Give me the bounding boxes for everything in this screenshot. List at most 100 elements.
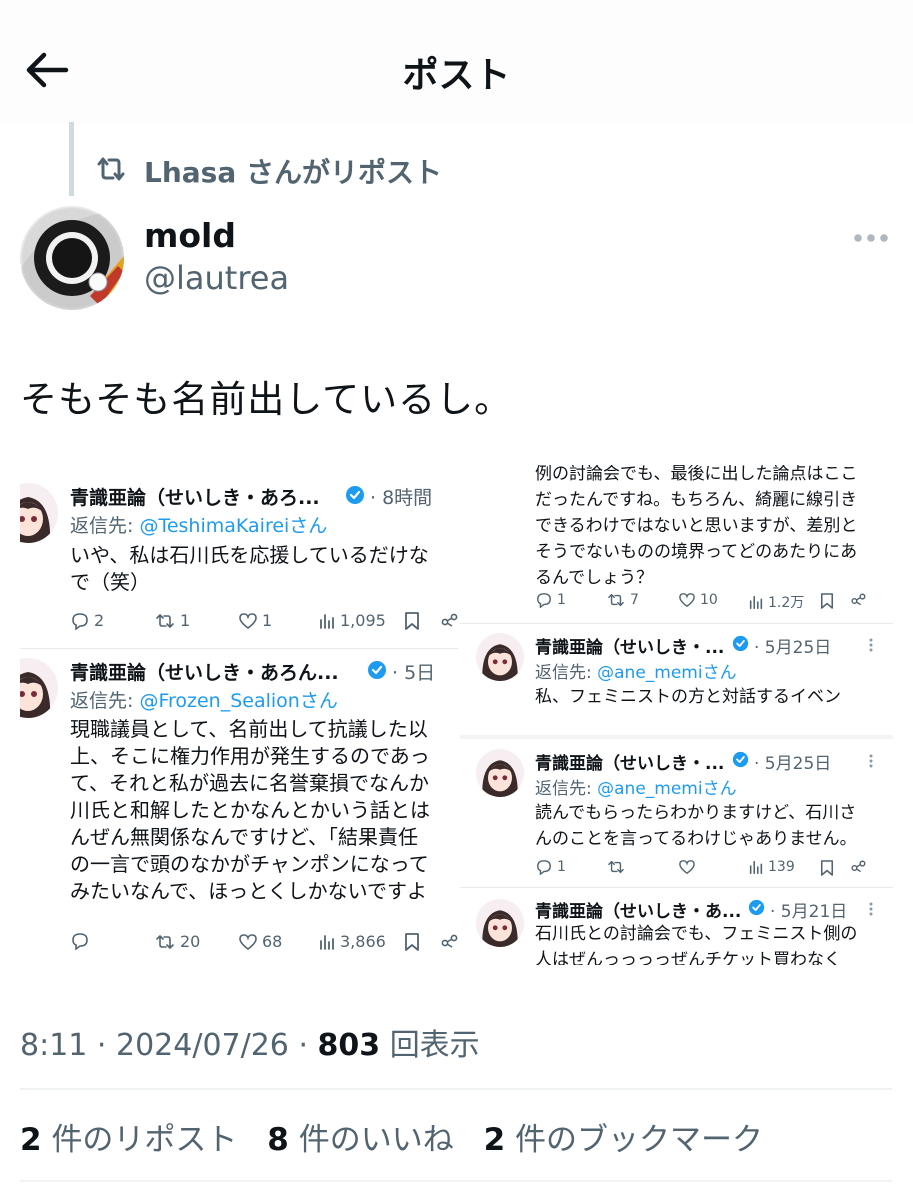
like-action: [678, 859, 700, 875]
text-line: るんでしょう？: [535, 568, 654, 588]
verified-icon: [748, 899, 765, 916]
reply-icon: [72, 612, 88, 630]
share-icon: [441, 934, 458, 948]
repost-label[interactable]: Lhasa さんがリポスト: [144, 151, 442, 191]
text-line: いや、私は石川氏を応援しているだけな: [70, 543, 429, 567]
like-count: 10: [700, 592, 718, 608]
post-text: そもそも名前出しているし。: [20, 378, 513, 421]
text-line: 川氏と和解したとかなんとかいう話とは: [70, 798, 430, 822]
heart-icon: [679, 860, 695, 875]
likes-stat[interactable]: 8 件のいいね: [267, 1122, 453, 1158]
reply-count: 1: [557, 859, 566, 875]
likes-count: 8: [267, 1122, 289, 1158]
avatar: [20, 483, 58, 543]
text-line: で（笑）: [70, 570, 150, 594]
embedded-tweet: 青識亜論（せいしき・あ... · 5月21日 石川氏との討論会でも、フェミニスト…: [460, 889, 893, 965]
bookmark-icon: [820, 593, 834, 609]
reply-action: [70, 932, 94, 950]
embedded-tweet: 青識亜論（せいしき・... · 5月25日 返信先: @ane_memiさん 私…: [460, 625, 893, 725]
reply-prefix: 返信先:: [535, 663, 598, 683]
text-line: みたいなんで、ほっとくしかないですよ: [70, 879, 427, 903]
text-line: 現職議員として、名前出して抗議した以: [70, 717, 428, 741]
views-action: 1,095: [318, 611, 386, 630]
embedded-tweet: 青識亜論（せいしき・あろ... · 8時間 返信先: @TeshimaKaire…: [20, 465, 458, 645]
repost-count: 7: [630, 592, 639, 608]
reply-action: 1: [535, 859, 566, 875]
verified-icon: [732, 635, 749, 652]
tweet-author-name: 青識亜論（せいしき・...: [535, 638, 725, 658]
tweet-author-name: 青識亜論（せいしき・あ...: [535, 902, 742, 922]
tweet-time: · 5月21日: [770, 902, 848, 922]
reply-count: 2: [94, 611, 105, 630]
reply-action: 1: [535, 592, 566, 608]
avatar[interactable]: [20, 206, 124, 310]
page-title: ポスト: [402, 55, 511, 96]
author-handle[interactable]: @lautrea: [144, 259, 289, 297]
like-action: 10: [678, 592, 718, 608]
more-button[interactable]: [852, 226, 892, 250]
more-icon: [869, 638, 873, 652]
bookmarks-stat[interactable]: 2 件のブックマーク: [484, 1122, 763, 1158]
author-name[interactable]: mold: [144, 216, 236, 255]
reply-to: 返信先: @Frozen_Sealionさん: [70, 686, 338, 713]
divider: [460, 887, 893, 888]
repost-icon: [608, 593, 624, 607]
likes-label: 件のいいね: [298, 1122, 454, 1158]
reposts-label: 件のリポスト: [51, 1122, 238, 1158]
like-count: 68: [262, 932, 283, 951]
heart-icon: [679, 593, 695, 608]
post-timestamp: 8:11 · 2024/07/26 · 803 回表示: [20, 1028, 480, 1063]
reply-icon: [72, 933, 88, 950]
verified-icon: [346, 486, 364, 504]
verified-icon: [368, 661, 386, 679]
tweet-text: 現職議員として、名前出して抗議した以 上、そこに権力作用が発生するのであっ て、それ…: [70, 716, 430, 905]
reply-icon: [537, 593, 551, 608]
like-count: 1: [262, 611, 273, 630]
bookmarks-label: 件のブックマーク: [515, 1122, 764, 1158]
text-line: んのことを言ってるわけじゃありません。: [535, 829, 857, 849]
divider: [20, 648, 458, 649]
views-icon: [749, 860, 763, 875]
reposts-count: 2: [20, 1122, 42, 1158]
reply-handle: @Frozen_Sealionさん: [139, 690, 338, 712]
reply-prefix: 返信先:: [70, 690, 140, 712]
divider: [20, 1088, 892, 1090]
text-line: 例の討論会でも、最後に出した論点はここ: [535, 465, 858, 484]
tweet-author-name: 青識亜論（せいしき・あろん...: [70, 662, 339, 684]
attached-image-2[interactable]: 例の討論会でも、最後に出した論点はここ だったんですね。もちろん、綺麗に線引き でき…: [460, 465, 893, 965]
repost-action: 7: [606, 592, 639, 608]
views-icon: [749, 595, 763, 610]
more-icon: [869, 754, 873, 768]
reply-to: 返信先: @ane_memiさん: [535, 658, 737, 683]
tweet-text: 読んでもらったらわかりますけど、石川さ んのことを言ってるわけじゃありません。: [535, 800, 857, 852]
reply-to: 返信先: @ane_memiさん: [535, 774, 737, 799]
reply-prefix: 返信先:: [535, 779, 598, 799]
embedded-tweet: 青識亜論（せいしき・あろん... · 5日 返信先: @Frozen_Seali…: [20, 650, 458, 965]
tweet-time: · 5日: [392, 662, 436, 684]
views-label: 回表示: [389, 1028, 480, 1063]
avatar: [20, 658, 58, 718]
reply-handle: @ane_memiさん: [597, 663, 737, 683]
reposts-stat[interactable]: 2 件のリポスト: [20, 1122, 237, 1158]
repost-action: 20: [154, 932, 200, 951]
post-time: 8:11: [20, 1028, 88, 1063]
view-count: 803: [317, 1028, 381, 1063]
tweet-text: 私、フェミニストの方と対話するイベン: [535, 684, 841, 710]
text-line: 上、そこに権力作用が発生するのであっ: [70, 744, 430, 768]
attached-image-1[interactable]: 青識亜論（せいしき・あろ... · 8時間 返信先: @TeshimaKaire…: [20, 465, 458, 965]
tweet-text: いや、私は石川氏を応援しているだけな で（笑）: [70, 542, 429, 596]
tweet-author-name: 青識亜論（せいしき・...: [535, 754, 725, 774]
repost-icon: [156, 934, 174, 949]
embedded-tweet: 青識亜論（せいしき・... · 5月25日 返信先: @ane_memiさん 読…: [460, 741, 893, 881]
engagement-stats: 2 件のリポスト 8 件のいいね 2 件のブックマーク: [20, 1114, 783, 1159]
tweet-time: · 8時間: [370, 487, 433, 509]
text-line: そうでないものの境界ってどのあたりにあ: [535, 542, 858, 562]
avatar: [476, 899, 524, 947]
repost-count: 1: [180, 611, 191, 630]
reply-prefix: 返信先:: [70, 515, 140, 537]
embedded-tweet: 例の討論会でも、最後に出した論点はここ だったんですね。もちろん、綺麗に線引き でき…: [460, 465, 893, 620]
view-count: 3,866: [340, 932, 386, 951]
text-line: 人はぜんっっっっぜんチケット買わなく: [535, 950, 841, 965]
reply-to: 返信先: @TeshimaKaireiさん: [70, 511, 327, 538]
bookmark-icon: [405, 933, 419, 951]
